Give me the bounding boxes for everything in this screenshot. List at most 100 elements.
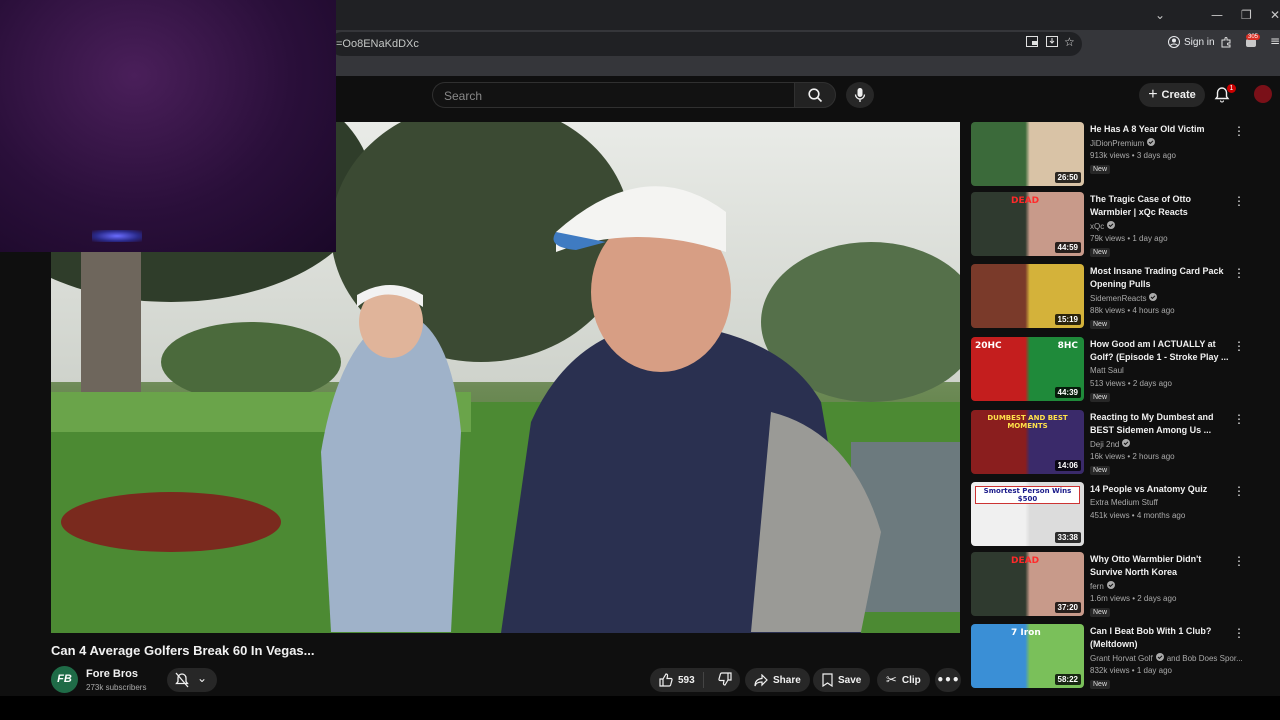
thumbnail-text: 20HC xyxy=(975,341,1002,351)
recommended-channel-name[interactable]: Deji 2nd xyxy=(1090,440,1119,449)
video-duration: 37:20 xyxy=(1054,602,1081,613)
minimize-button[interactable]: — xyxy=(1211,8,1223,22)
more-vertical-icon[interactable]: ⋮ xyxy=(1233,554,1245,568)
chevron-down-icon: ⌄ xyxy=(197,671,208,685)
more-vertical-icon[interactable]: ⋮ xyxy=(1233,194,1245,208)
recommended-channel-name[interactable]: Grant Horvat Golf xyxy=(1090,654,1153,663)
recommended-channel-name[interactable]: Extra Medium Stuff xyxy=(1090,498,1158,507)
recommended-channel-name[interactable]: SidemenReacts xyxy=(1090,294,1146,303)
account-avatar[interactable] xyxy=(1254,85,1272,103)
video-thumbnail[interactable]: 20HC 8HC 44:39 xyxy=(971,337,1084,401)
recommended-video-card[interactable]: DEAD 37:20 Why Otto Warmbier Didn't Surviv… xyxy=(971,552,1271,618)
extension-badge: 305 xyxy=(1246,34,1261,40)
recommended-video-title[interactable]: Can I Beat Bob With 1 Club? (Meltdown) xyxy=(1090,625,1230,651)
thumbs-up-icon xyxy=(659,673,673,687)
more-vertical-icon[interactable]: ⋮ xyxy=(1233,339,1245,353)
video-duration: 33:38 xyxy=(1054,532,1081,543)
plus-icon: + xyxy=(1148,86,1158,103)
save-bookmark-icon xyxy=(822,673,833,687)
clip-button[interactable]: ✂ Clip xyxy=(877,668,930,692)
browser-menu-icon[interactable]: ≡ xyxy=(1270,34,1280,48)
video-duration: 58:22 xyxy=(1054,674,1081,685)
recommended-video-card[interactable]: Smortest Person Wins $500 33:38 14 People … xyxy=(971,482,1271,548)
video-thumbnail[interactable]: 15:19 xyxy=(971,264,1084,328)
create-button[interactable]: + Create xyxy=(1139,83,1205,107)
recommended-channel-name[interactable]: fern xyxy=(1090,582,1104,591)
recommended-channel-row: fern xyxy=(1090,581,1115,591)
bell-off-icon xyxy=(175,672,189,688)
more-vertical-icon[interactable]: ⋮ xyxy=(1233,124,1245,138)
recommended-video-title[interactable]: The Tragic Case of Otto Warmbier | xQc R… xyxy=(1090,193,1230,219)
new-badge: New xyxy=(1090,320,1111,329)
voice-search-button[interactable] xyxy=(846,82,874,108)
search-input[interactable] xyxy=(432,82,794,108)
subscribed-notifications-button[interactable]: ⌄ xyxy=(167,668,217,692)
new-badge: New xyxy=(1090,680,1111,689)
more-actions-button[interactable]: ••• xyxy=(935,668,961,692)
channel-avatar[interactable]: FB xyxy=(51,666,78,693)
search-placeholder: Search xyxy=(444,89,483,103)
video-thumbnail[interactable]: DEAD 44:59 xyxy=(971,192,1084,256)
recommended-video-card[interactable]: DUMBEST AND BEST MOMENTS 14:06 Reacting to… xyxy=(971,410,1271,476)
recommended-video-title[interactable]: Why Otto Warmbier Didn't Survive North K… xyxy=(1090,553,1230,579)
recommended-channel-row: Grant Horvat Golf and Bob Does Spor... xyxy=(1090,653,1243,663)
recommended-video-title[interactable]: How Good am I ACTUALLY at Golf? (Episode… xyxy=(1090,338,1230,364)
bookmark-star-icon[interactable]: ☆ xyxy=(1064,35,1075,49)
recommended-video-meta: 451k views • 4 months ago xyxy=(1090,511,1186,520)
video-thumbnail[interactable]: DEAD 37:20 xyxy=(971,552,1084,616)
new-badge: New xyxy=(1090,466,1111,475)
recommended-channel-name[interactable]: Matt Saul xyxy=(1090,366,1124,375)
recommended-video-title[interactable]: Most Insane Trading Card Pack Opening Pu… xyxy=(1090,265,1230,291)
recommended-video-card[interactable]: 7 Iron 58:22 Can I Beat Bob With 1 Club? (… xyxy=(971,624,1271,690)
thumbnail-text: DEAD xyxy=(1011,556,1040,566)
verified-check-icon xyxy=(1155,653,1164,663)
search-button[interactable] xyxy=(794,82,836,108)
save-button[interactable]: Save xyxy=(813,668,871,692)
recommended-video-meta: 832k views • 1 day ago xyxy=(1090,666,1172,675)
recommended-channel-row: xQc xyxy=(1090,221,1116,231)
video-duration: 44:39 xyxy=(1054,387,1081,398)
more-vertical-icon[interactable]: ⋮ xyxy=(1233,266,1245,280)
more-vertical-icon[interactable]: ⋮ xyxy=(1233,412,1245,426)
recommended-video-title[interactable]: 14 People vs Anatomy Quiz xyxy=(1090,483,1230,496)
recommended-channel-row: Matt Saul xyxy=(1090,366,1124,375)
address-bar[interactable] xyxy=(330,32,1082,56)
thumbnail-text: 8HC xyxy=(1057,341,1078,351)
more-vertical-icon[interactable]: ⋮ xyxy=(1233,626,1245,640)
channel-name[interactable]: Fore Bros xyxy=(86,668,138,680)
video-thumbnail[interactable]: Smortest Person Wins $500 33:38 xyxy=(971,482,1084,546)
tab-list-dropdown-icon[interactable]: ⌄ xyxy=(1155,8,1165,22)
subscriber-count: 273k subscribers xyxy=(86,683,147,692)
address-url[interactable]: =Oo8ENaKdDXc xyxy=(336,38,419,50)
recommended-video-card[interactable]: 15:19 Most Insane Trading Card Pack Openi… xyxy=(971,264,1271,330)
more-vertical-icon[interactable]: ⋮ xyxy=(1233,484,1245,498)
recommended-channel-name[interactable]: JiDionPremium xyxy=(1090,139,1144,148)
recommended-channel-name[interactable]: xQc xyxy=(1090,222,1104,231)
extensions-puzzle-icon[interactable] xyxy=(1220,36,1232,51)
recommended-video-meta: 913k views • 3 days ago xyxy=(1090,151,1176,160)
install-app-icon[interactable] xyxy=(1046,36,1058,50)
new-badge: New xyxy=(1090,248,1111,257)
restore-button[interactable]: ❐ xyxy=(1241,8,1252,22)
sign-in-button[interactable]: Sign in xyxy=(1168,36,1215,48)
video-thumbnail[interactable]: 26:50 xyxy=(971,122,1084,186)
recommended-video-title[interactable]: He Has A 8 Year Old Victim xyxy=(1090,123,1230,136)
recommended-video-card[interactable]: 26:50 He Has A 8 Year Old Victim JiDionPre… xyxy=(971,122,1271,188)
picture-in-picture-icon[interactable] xyxy=(1026,36,1038,50)
recommended-video-title[interactable]: Reacting to My Dumbest and BEST Sidemen … xyxy=(1090,411,1230,437)
recommended-video-meta: 1.6m views • 2 days ago xyxy=(1090,594,1177,603)
like-dislike-group: 593 xyxy=(650,668,740,692)
close-window-button[interactable]: ✕ xyxy=(1270,8,1280,22)
video-thumbnail[interactable]: 7 Iron 58:22 xyxy=(971,624,1084,688)
dislike-button[interactable] xyxy=(709,671,732,689)
recommended-video-card[interactable]: DEAD 44:59 The Tragic Case of Otto Warmbie… xyxy=(971,192,1271,258)
verified-check-icon xyxy=(1147,138,1156,148)
video-duration: 44:59 xyxy=(1054,242,1081,253)
recommended-video-card[interactable]: 20HC 8HC 44:39 How Good am I ACTUALLY at Go… xyxy=(971,337,1271,403)
like-button[interactable]: 593 xyxy=(650,672,704,688)
share-button[interactable]: Share xyxy=(745,668,810,692)
search-icon xyxy=(808,88,823,103)
video-thumbnail[interactable]: DUMBEST AND BEST MOMENTS 14:06 xyxy=(971,410,1084,474)
recommended-channel-extra[interactable]: and Bob Does Spor... xyxy=(1167,654,1243,663)
thumbnail-text: 7 Iron xyxy=(1011,628,1041,638)
